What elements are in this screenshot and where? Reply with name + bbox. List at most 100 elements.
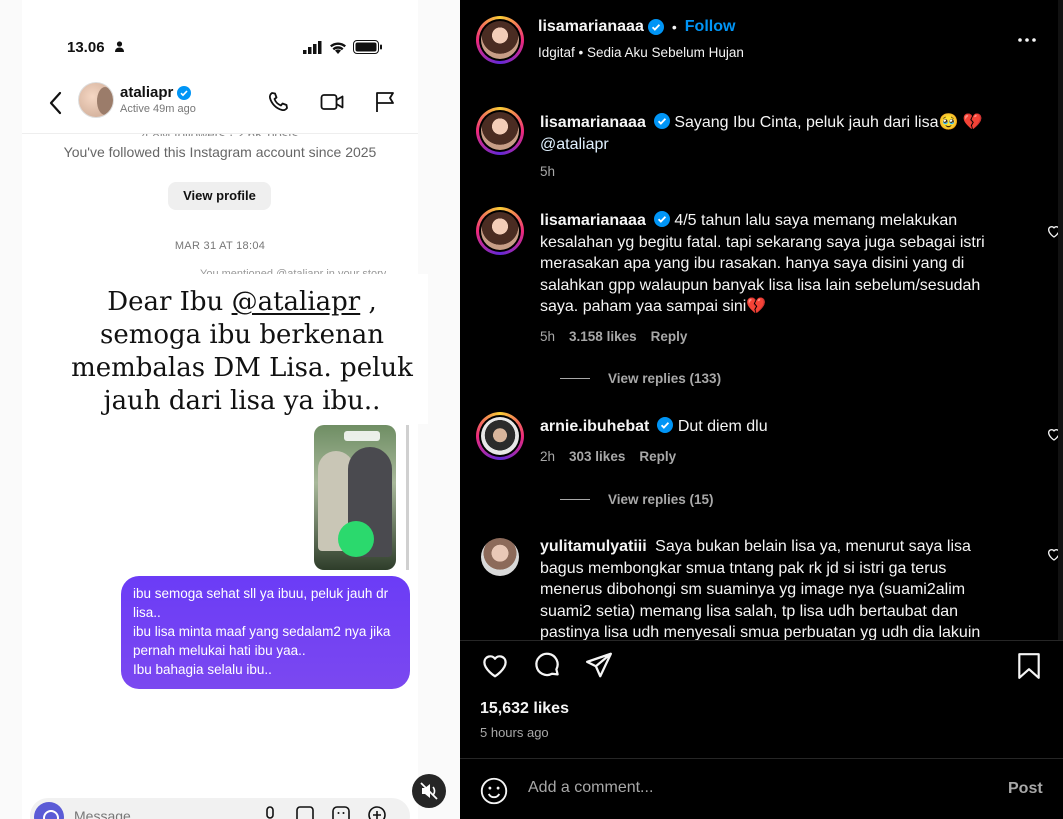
verified-icon [653,113,670,129]
dm-username-text: ataliapr [120,84,174,101]
battery-icon [353,40,382,54]
follow-button[interactable]: Follow [685,18,736,36]
message-bar[interactable]: Message... [30,798,410,819]
screenshot-margin-left [0,0,22,819]
caption-part: Dear Ibu [107,287,232,317]
dm-avatar[interactable] [78,82,114,118]
dm-mention-notice: You mentioned @ataliapr in your story [200,268,387,274]
story-edge [406,425,409,570]
post-side-panel: lisamarianaaa • Follow Idgitaf • Sedia A… [460,0,1063,819]
caption-mention[interactable]: @ataliapr [540,136,609,153]
view-replies-button[interactable]: View replies (133) [560,371,721,386]
comment-body: arnie.ibuhebat Dut diem dlu [540,416,1002,438]
comment-input[interactable] [528,779,968,797]
back-icon[interactable] [48,91,62,115]
caption-body: lisamarianaaa Sayang Ibu Cinta, peluk ja… [540,112,1002,155]
comment-meta: 5h 3.158 likes Reply [540,329,687,344]
like-icon[interactable] [480,648,510,682]
dm-date: MAR 31 AT 18:04 [174,240,266,252]
dm-username: ataliapr [120,84,192,101]
caption-username[interactable]: lisamarianaaa [540,114,646,131]
phone-status-bar: 13.06 [22,20,418,74]
bubble-line: ibu semoga sehat sll ya ibuu, peluk jauh… [133,586,389,620]
comment-item: arnie.ibuhebat Dut diem dlu 2h 303 likes… [476,412,1061,522]
comment-time: 5h [540,329,556,344]
post-actions [480,648,614,682]
view-replies-text: View replies (133) [608,371,722,386]
caption-time: 5h [540,164,556,179]
comment-time: 2h [540,449,556,464]
author-avatar[interactable] [476,16,524,64]
more-options-icon[interactable] [1015,30,1039,54]
story-badge [338,521,374,557]
comments-section[interactable]: lisamarianaaa Sayang Ibu Cinta, peluk ja… [460,80,1063,640]
view-replies-button[interactable]: View replies (15) [560,492,714,507]
video-call-icon[interactable] [320,90,344,114]
scrollbar[interactable] [1058,0,1063,640]
comment-avatar[interactable] [476,207,524,255]
comment-likes[interactable]: 3.158 likes [569,329,637,344]
comment-meta: 2h 303 likes Reply [540,449,676,464]
verified-icon [647,19,664,35]
add-comment-bar: Post [460,758,1063,819]
likes-count[interactable]: 15,632 likes [480,700,569,718]
person-icon [115,41,124,52]
reply-button[interactable]: Reply [651,329,688,344]
mic-icon[interactable] [262,806,278,819]
verified-icon [657,417,674,433]
comment-avatar[interactable] [476,412,524,460]
media-caption-overlay: Dear Ibu @ataliapr , semoga ibu berkenan… [22,274,428,424]
bubble-line: ibu lisa minta maaf yang sedalam2 nya ji… [133,624,391,658]
sticker-icon[interactable] [332,806,350,819]
replies-line [560,378,590,379]
add-icon[interactable] [368,806,386,819]
story-thumbnail[interactable] [314,425,396,570]
view-profile-button[interactable]: View profile [168,182,271,210]
author-username[interactable]: lisamarianaaa [538,18,644,36]
post-media: 13.06 ataliapr Active 49m ago 4.8M foll [0,0,460,819]
message-placeholder: Message... [74,808,143,819]
post-time: 5 hours ago [480,725,549,740]
reply-button[interactable]: Reply [639,449,676,464]
post-comment-button[interactable]: Post [1008,780,1043,798]
camera-icon[interactable] [34,802,64,819]
story-logo [344,431,380,441]
comment-avatar[interactable] [481,538,519,576]
comment-body: lisamarianaaa 4/5 tahun lalu saya memang… [540,210,1002,318]
comment-username[interactable]: yulitamulyatiii [540,538,647,555]
gallery-icon[interactable] [296,806,314,819]
caption-avatar[interactable] [476,107,524,155]
dm-header: ataliapr Active 49m ago [22,76,418,134]
phone-icon[interactable] [266,90,290,114]
muted-speaker-icon [420,782,438,800]
status-icons [303,40,383,54]
verified-icon [177,85,192,100]
audio-track[interactable]: Idgitaf • Sedia Aku Sebelum Hujan [538,45,744,60]
message-bubble: ibu semoga sehat sll ya ibuu, peluk jauh… [121,576,410,689]
emoji-icon[interactable] [480,777,508,805]
comment-body: yulitamulyatiii Saya bukan belain lisa y… [540,536,1002,640]
view-replies-text: View replies (15) [608,492,714,507]
post-header: lisamarianaaa • Follow Idgitaf • Sedia A… [460,0,1063,80]
comment-item: yulitamulyatiii Saya bukan belain lisa y… [476,536,1061,640]
save-icon[interactable] [1016,652,1042,680]
header-separator: • [671,19,677,35]
comment-username[interactable]: lisamarianaaa [540,212,646,229]
signal-icon [303,40,322,54]
bubble-line: Ibu bahagia selalu ibu.. [133,662,272,677]
media-caption-text: Dear Ibu @ataliapr , semoga ibu berkenan… [62,286,422,418]
replies-line [560,499,590,500]
status-time: 13.06 [67,39,105,56]
comment-username[interactable]: arnie.ibuhebat [540,418,649,435]
mute-button[interactable] [412,774,446,808]
comment-icon[interactable] [532,648,562,682]
verified-icon [653,211,670,227]
actions-divider [460,640,1063,641]
comment-item: lisamarianaaa 4/5 tahun lalu saya memang… [476,207,1061,387]
comment-text: Dut diem dlu [677,418,768,435]
share-icon[interactable] [584,648,614,682]
comment-likes[interactable]: 303 likes [569,449,625,464]
caption-meta: 5h [540,164,555,179]
flag-icon[interactable] [374,90,396,114]
post-caption: lisamarianaaa Sayang Ibu Cinta, peluk ja… [476,107,1026,187]
